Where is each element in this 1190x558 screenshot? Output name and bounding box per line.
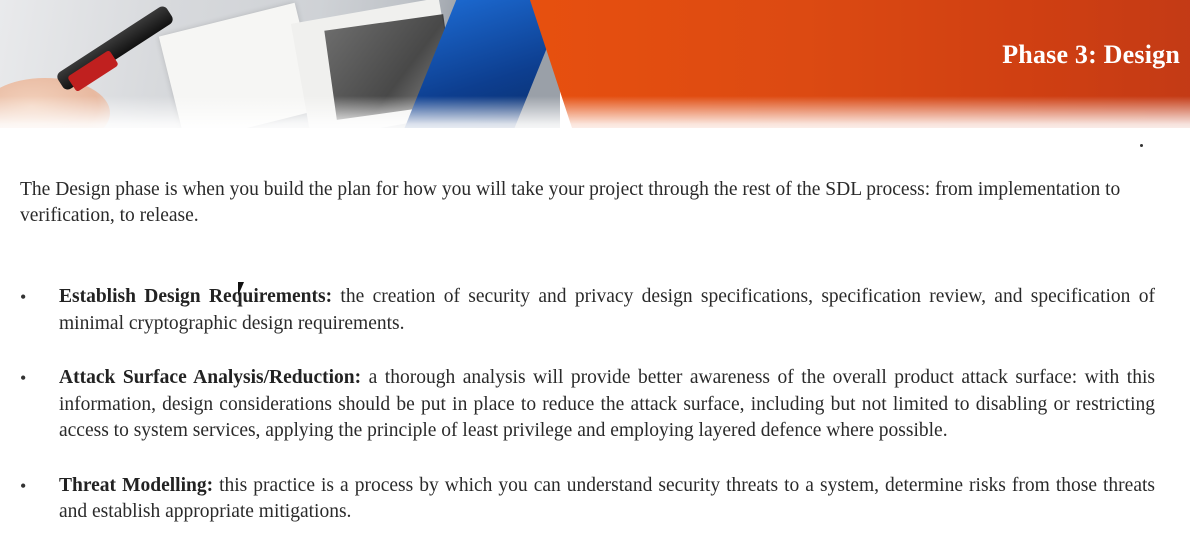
bullet-icon: • (20, 368, 27, 388)
bullet-term: Establish Design Requirements: (59, 286, 333, 307)
slide: Phase 3: Design The Design phase is when… (0, 0, 1190, 558)
header-banner: Phase 3: Design (0, 0, 1190, 128)
bullet-list: • Establish Design Requirements: the crea… (20, 284, 1155, 526)
list-item: • Attack Surface Analysis/Reduction: a th… (20, 365, 1155, 445)
bullet-term: Attack Surface Analysis/Reduction: (59, 367, 362, 388)
intro-paragraph: The Design phase is when you build the p… (20, 179, 1121, 226)
list-item: • Establish Design Requirements: the crea… (20, 284, 1155, 337)
page-title: Phase 3: Design (1002, 40, 1180, 69)
decorative-dot (1140, 144, 1143, 147)
bullet-text: this practice is a process by which you … (59, 474, 1155, 523)
bullet-term: Threat Modelling: (59, 474, 214, 496)
list-item: • Threat Modelling: this practice is a pr… (20, 473, 1155, 526)
bullet-icon: • (20, 475, 27, 496)
bullet-icon: • (20, 287, 27, 307)
banner-fade (0, 96, 1190, 128)
mouse-cursor-icon (238, 282, 250, 296)
